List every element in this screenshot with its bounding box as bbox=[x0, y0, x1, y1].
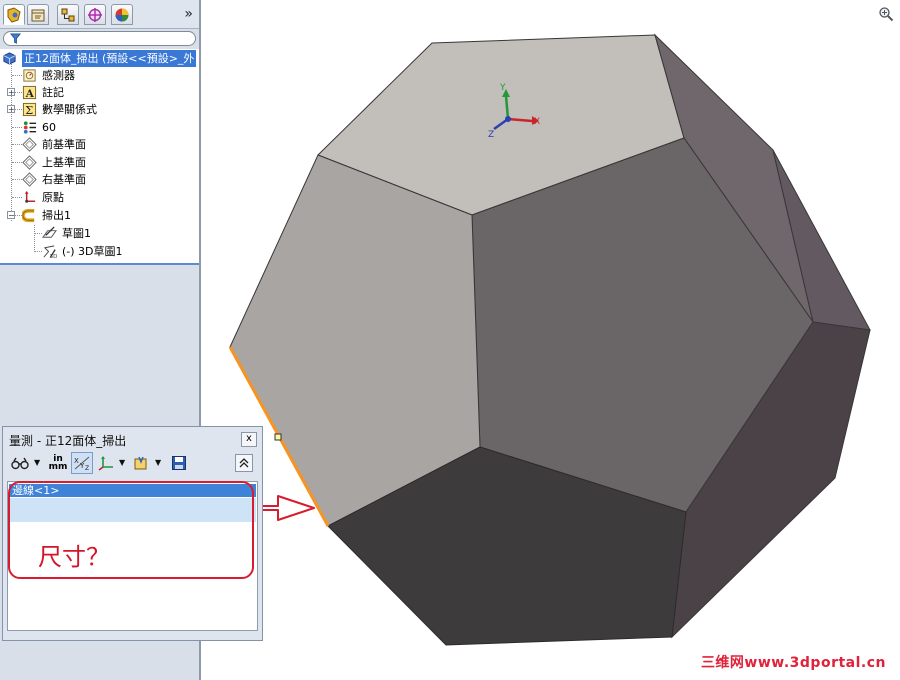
tree-item-label: 原點 bbox=[42, 191, 64, 204]
panel-tab-bar: » bbox=[0, 0, 199, 29]
svg-text:Z: Z bbox=[85, 465, 89, 471]
tree-item-3d-sketch1[interactable]: 3D (-) 3D草圖1 bbox=[0, 243, 199, 260]
save-sensor-button[interactable] bbox=[169, 452, 189, 474]
origin-icon bbox=[24, 190, 36, 203]
tree-item-right-plane[interactable]: 右基準面 bbox=[0, 171, 199, 188]
tree-item-label: 感測器 bbox=[42, 69, 75, 82]
tree-item-equations[interactable]: + Σ 數學關係式 bbox=[0, 101, 199, 118]
chevron-down-icon[interactable]: ▼ bbox=[119, 458, 125, 467]
tab-overflow-button[interactable]: » bbox=[184, 6, 193, 22]
double-chevron-up-icon bbox=[239, 458, 249, 468]
dimxpert-icon bbox=[88, 7, 102, 22]
triad-y-label: Y bbox=[499, 83, 506, 93]
feature-tree: 正12面体_掃出 (預設<<預設>_外 感測器 + A 註記 + Σ 數學關係式… bbox=[0, 49, 199, 265]
tree-item-top-plane[interactable]: 上基準面 bbox=[0, 154, 199, 171]
plane-icon bbox=[22, 172, 37, 187]
tree-item-sweep1[interactable]: − 掃出1 bbox=[0, 207, 199, 224]
svg-text:X: X bbox=[74, 457, 79, 465]
save-icon bbox=[172, 456, 186, 470]
close-button[interactable]: x bbox=[241, 432, 257, 447]
part-icon bbox=[3, 52, 16, 65]
plane-icon bbox=[22, 137, 37, 152]
collapse-toggle[interactable]: − bbox=[7, 211, 15, 220]
annotation-icon: A bbox=[22, 85, 37, 100]
tree-item-origin[interactable]: 原點 bbox=[0, 189, 199, 206]
tree-item-front-plane[interactable]: 前基準面 bbox=[0, 136, 199, 153]
plane-icon bbox=[22, 155, 37, 170]
tree-item-label: 註記 bbox=[42, 86, 64, 99]
3d-sketch-icon: 3D bbox=[43, 245, 58, 259]
tree-divider bbox=[0, 263, 199, 265]
chevron-down-icon[interactable]: ▼ bbox=[155, 458, 161, 467]
tree-item-label: 60 bbox=[42, 121, 56, 134]
watermark-text: 三维网www.3dportal.cn bbox=[700, 655, 886, 671]
tree-item-label: 前基準面 bbox=[42, 138, 86, 151]
graphics-area[interactable]: X Y Z bbox=[203, 0, 900, 680]
configuration-icon bbox=[61, 8, 75, 21]
point-to-point-button[interactable] bbox=[96, 452, 116, 474]
tree-root-label: 正12面体_掃出 (預設<<預設>_外 bbox=[22, 50, 197, 67]
model-view[interactable]: X Y Z bbox=[203, 0, 900, 680]
expand-toggle[interactable]: + bbox=[7, 88, 15, 97]
design-table-icon bbox=[23, 121, 37, 134]
projection-icon bbox=[134, 456, 147, 470]
tab-configuration-manager[interactable] bbox=[57, 4, 79, 25]
tree-item-sketch1[interactable]: 草圖1 bbox=[0, 225, 199, 242]
sweep-icon bbox=[22, 208, 35, 223]
tab-display-manager[interactable] bbox=[111, 4, 133, 25]
tree-item-label: 草圖1 bbox=[62, 227, 91, 240]
expand-toggle[interactable]: + bbox=[7, 105, 15, 114]
annotation-question-text: 尺寸？ bbox=[38, 543, 110, 571]
tab-dimxpert-manager[interactable] bbox=[84, 4, 106, 25]
vertex-marker bbox=[274, 433, 282, 441]
sketch-icon bbox=[42, 226, 57, 238]
projected-on-button[interactable] bbox=[131, 452, 151, 474]
sensor-icon bbox=[23, 69, 36, 82]
tree-item-label: 數學關係式 bbox=[42, 103, 97, 116]
arc-circle-measure-button[interactable] bbox=[9, 452, 31, 474]
collapse-dialog-button[interactable] bbox=[235, 454, 253, 472]
measure-toolbar: ▼ in mm XYZ ▼ ▼ bbox=[7, 452, 258, 476]
feature-tree-icon bbox=[7, 6, 21, 23]
show-xyz-button[interactable]: XYZ bbox=[71, 452, 93, 474]
tree-item-design-table[interactable]: 60 bbox=[0, 119, 199, 136]
svg-text:Σ: Σ bbox=[25, 104, 33, 117]
tab-property-manager[interactable] bbox=[27, 4, 49, 25]
display-manager-icon bbox=[115, 8, 129, 21]
tree-item-sensors[interactable]: 感測器 bbox=[0, 67, 199, 84]
tree-item-annotations[interactable]: + A 註記 bbox=[0, 84, 199, 101]
svg-text:3D: 3D bbox=[50, 254, 58, 259]
tree-item-label: 上基準面 bbox=[42, 156, 86, 169]
property-manager-icon bbox=[31, 9, 45, 21]
tree-root-part[interactable]: 正12面体_掃出 (預設<<預設>_外 bbox=[2, 50, 199, 67]
zoom-to-fit-icon[interactable] bbox=[878, 6, 894, 22]
filter-icon bbox=[10, 33, 21, 44]
xyz-measure-icon: XY Z bbox=[74, 456, 90, 471]
triad-x-label: X bbox=[534, 117, 540, 127]
tab-feature-manager[interactable] bbox=[3, 4, 25, 25]
tree-item-label: (-) 3D草圖1 bbox=[62, 245, 123, 258]
units-bottom-label: mm bbox=[48, 462, 68, 472]
svg-text:A: A bbox=[25, 88, 35, 100]
chevron-down-icon[interactable]: ▼ bbox=[34, 458, 40, 467]
feature-filter-input[interactable] bbox=[3, 31, 196, 46]
equation-icon: Σ bbox=[22, 102, 37, 117]
measure-dialog-title: 量測 - 正12面体_掃出 bbox=[9, 434, 127, 448]
binoculars-icon bbox=[11, 457, 29, 470]
tree-item-label: 掃出1 bbox=[42, 209, 71, 222]
tree-item-label: 右基準面 bbox=[42, 173, 86, 186]
units-precision-button[interactable]: in mm bbox=[47, 452, 69, 474]
triad-z-label: Z bbox=[488, 130, 494, 140]
coordinate-axes-icon bbox=[98, 456, 113, 471]
